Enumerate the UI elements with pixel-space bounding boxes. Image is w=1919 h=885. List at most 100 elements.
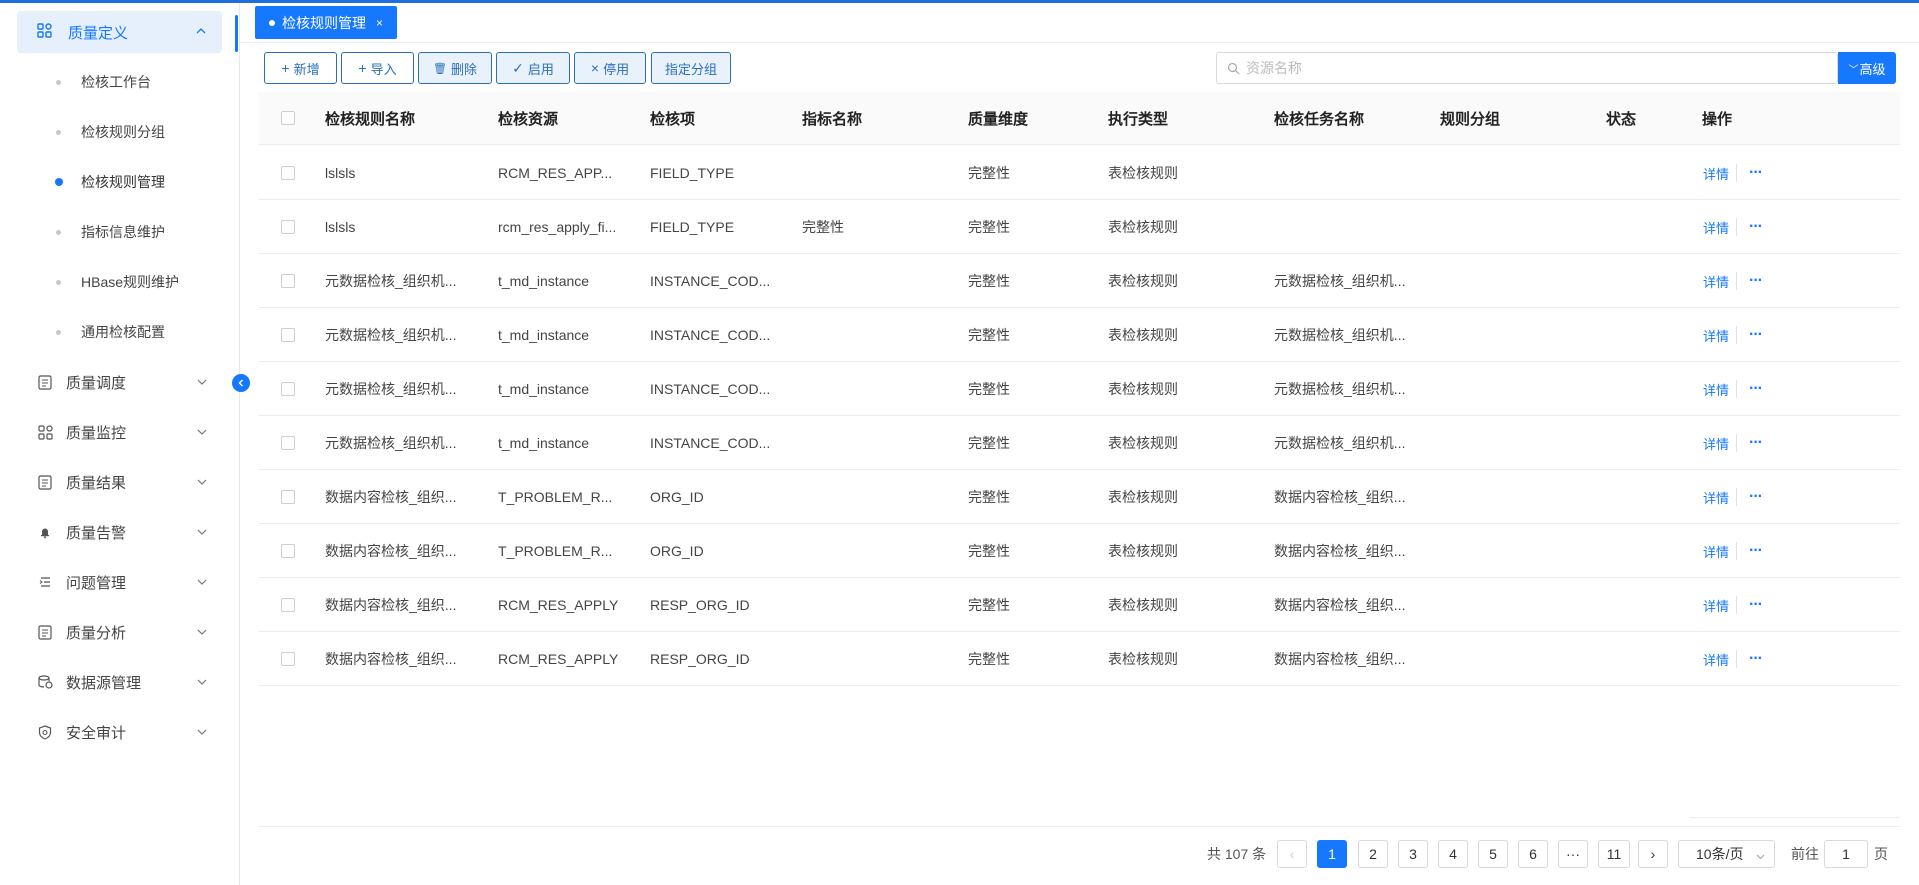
row-checkbox[interactable] xyxy=(281,274,295,288)
sidebar-item-rule-groups[interactable]: 检核规则分组 xyxy=(0,107,238,157)
check-item-cell: INSTANCE_COD... xyxy=(650,381,771,397)
column-header[interactable]: 检核规则名称 xyxy=(325,92,415,145)
check-item-cell: RESP_ORG_ID xyxy=(650,651,750,667)
row-checkbox[interactable] xyxy=(281,220,295,234)
import-button[interactable]: + 导入 xyxy=(341,52,414,84)
column-header[interactable]: 状态 xyxy=(1606,92,1636,145)
sidebar-group-datasource[interactable]: 数据源管理 xyxy=(0,657,238,707)
page-button-2[interactable]: 2 xyxy=(1358,840,1388,868)
tab-rule-management[interactable]: 检核规则管理 × xyxy=(255,6,398,39)
sidebar-group-scheduling[interactable]: 质量调度 xyxy=(0,357,238,407)
plus-icon: + xyxy=(281,60,290,76)
detail-link[interactable]: 详情 xyxy=(1703,146,1729,200)
page-size-select[interactable]: 10条/页 xyxy=(1678,840,1775,868)
table-row[interactable]: 数据内容检核_组织... RCM_RES_APPLY RESP_ORG_ID 完整性 表… xyxy=(259,578,1900,632)
column-header[interactable]: 检核任务名称 xyxy=(1274,92,1364,145)
row-checkbox[interactable] xyxy=(281,598,295,612)
table-row[interactable]: lslsls RCM_RES_APP... FIELD_TYPE 完整性 表检核规则 详情… xyxy=(259,146,1900,200)
more-actions-icon[interactable]: ··· xyxy=(1749,200,1763,254)
column-header[interactable]: 检核项 xyxy=(650,92,695,145)
sidebar-item-rule-management[interactable]: 检核规则管理 xyxy=(0,157,238,207)
column-header[interactable]: 指标名称 xyxy=(802,92,862,145)
column-header[interactable]: 执行类型 xyxy=(1108,92,1168,145)
task-name-cell: 数据内容检核_组织... xyxy=(1274,651,1406,667)
row-checkbox[interactable] xyxy=(281,490,295,504)
detail-link[interactable]: 详情 xyxy=(1703,524,1729,578)
column-header[interactable]: 质量维度 xyxy=(968,92,1028,145)
more-actions-icon[interactable]: ··· xyxy=(1749,470,1763,524)
sidebar-group-analysis[interactable]: 质量分析 xyxy=(0,607,238,657)
delete-button[interactable]: 🗑 删除 xyxy=(418,52,492,84)
page-button-5[interactable]: 5 xyxy=(1478,840,1508,868)
page-button-11[interactable]: 11 xyxy=(1598,840,1630,868)
prev-page-button[interactable]: ‹ xyxy=(1277,840,1307,868)
more-actions-icon[interactable]: ··· xyxy=(1749,578,1763,632)
more-actions-icon[interactable]: ··· xyxy=(1749,308,1763,362)
chevron-up-icon xyxy=(194,24,208,38)
check-item-cell: ORG_ID xyxy=(650,489,704,505)
detail-link[interactable]: 详情 xyxy=(1703,578,1729,632)
sidebar-group-monitoring[interactable]: 质量监控 xyxy=(0,407,238,457)
table-row[interactable]: 数据内容检核_组织... T_PROBLEM_R... ORG_ID 完整性 表检核规则… xyxy=(259,524,1900,578)
dimension-cell: 完整性 xyxy=(968,327,1010,343)
sidebar-collapse-button[interactable] xyxy=(232,374,250,392)
task-name-cell xyxy=(1274,146,1434,200)
sidebar-group-security-audit[interactable]: 安全审计 xyxy=(0,707,238,757)
row-checkbox[interactable] xyxy=(281,382,295,396)
row-checkbox[interactable] xyxy=(281,652,295,666)
more-actions-icon[interactable]: ··· xyxy=(1749,146,1763,200)
resource-search-input[interactable] xyxy=(1246,60,1806,76)
sidebar-group-quality-definition[interactable]: 质量定义 xyxy=(17,11,222,53)
more-actions-icon[interactable]: ··· xyxy=(1749,632,1763,686)
column-header[interactable]: 检核资源 xyxy=(498,92,558,145)
status-cell xyxy=(1606,470,1696,524)
sidebar-item-general-config[interactable]: 通用检核配置 xyxy=(0,307,238,357)
row-checkbox[interactable] xyxy=(281,544,295,558)
page-button-4[interactable]: 4 xyxy=(1438,840,1468,868)
close-icon[interactable]: × xyxy=(376,16,383,30)
detail-link[interactable]: 详情 xyxy=(1703,470,1729,524)
table-row[interactable]: 数据内容检核_组织... RCM_RES_APPLY RESP_ORG_ID 完整性 表… xyxy=(259,632,1900,686)
page-ellipsis[interactable]: ··· xyxy=(1558,840,1588,868)
resource-cell: T_PROBLEM_R... xyxy=(498,543,613,559)
more-actions-icon[interactable]: ··· xyxy=(1749,524,1763,578)
assign-group-button[interactable]: 指定分组 xyxy=(651,52,731,84)
row-checkbox[interactable] xyxy=(281,166,295,180)
action-separator xyxy=(1736,272,1737,290)
more-actions-icon[interactable]: ··· xyxy=(1749,362,1763,416)
add-button[interactable]: + 新增 xyxy=(264,52,337,84)
sidebar-item-hbase-rules[interactable]: HBase规则维护 xyxy=(0,257,238,307)
more-actions-icon[interactable]: ··· xyxy=(1749,254,1763,308)
sidebar-group-results[interactable]: 质量结果 xyxy=(0,457,238,507)
table-row[interactable]: 元数据检核_组织机... t_md_instance INSTANCE_COD...… xyxy=(259,416,1900,470)
table-row[interactable]: 元数据检核_组织机... t_md_instance INSTANCE_COD...… xyxy=(259,254,1900,308)
table-row[interactable]: 数据内容检核_组织... T_PROBLEM_R... ORG_ID 完整性 表检核规则… xyxy=(259,470,1900,524)
more-actions-icon[interactable]: ··· xyxy=(1749,416,1763,470)
sidebar-group-issues[interactable]: 问题管理 xyxy=(0,557,238,607)
detail-link[interactable]: 详情 xyxy=(1703,632,1729,686)
detail-link[interactable]: 详情 xyxy=(1703,416,1729,470)
detail-link[interactable]: 详情 xyxy=(1703,254,1729,308)
row-checkbox[interactable] xyxy=(281,328,295,342)
table-row[interactable]: 元数据检核_组织机... t_md_instance INSTANCE_COD...… xyxy=(259,308,1900,362)
sidebar-item-metric-maintenance[interactable]: 指标信息维护 xyxy=(0,207,238,257)
detail-link[interactable]: 详情 xyxy=(1703,308,1729,362)
table-row[interactable]: lslsls rcm_res_apply_fi... FIELD_TYPE 完整性 完整… xyxy=(259,200,1900,254)
select-all-checkbox[interactable] xyxy=(281,111,295,125)
row-checkbox[interactable] xyxy=(281,436,295,450)
page-button-1[interactable]: 1 xyxy=(1317,840,1347,868)
sidebar-group-alerts[interactable]: 质量告警 xyxy=(0,507,238,557)
next-page-button[interactable]: › xyxy=(1638,840,1668,868)
page-button-6[interactable]: 6 xyxy=(1518,840,1548,868)
page-button-3[interactable]: 3 xyxy=(1398,840,1428,868)
detail-link[interactable]: 详情 xyxy=(1703,200,1729,254)
enable-button[interactable]: ✓ 启用 xyxy=(496,52,570,84)
advanced-search-button[interactable]: ﹀ 高级 xyxy=(1838,52,1896,84)
table-row[interactable]: 元数据检核_组织机... t_md_instance INSTANCE_COD...… xyxy=(259,362,1900,416)
column-header[interactable]: 规则分组 xyxy=(1440,92,1500,145)
sidebar-item-workbench[interactable]: 检核工作台 xyxy=(0,57,238,107)
disable-button[interactable]: × 停用 xyxy=(574,52,646,84)
goto-page-input[interactable] xyxy=(1824,840,1868,868)
detail-link[interactable]: 详情 xyxy=(1703,362,1729,416)
exec-type-cell: 表检核规则 xyxy=(1108,165,1178,181)
